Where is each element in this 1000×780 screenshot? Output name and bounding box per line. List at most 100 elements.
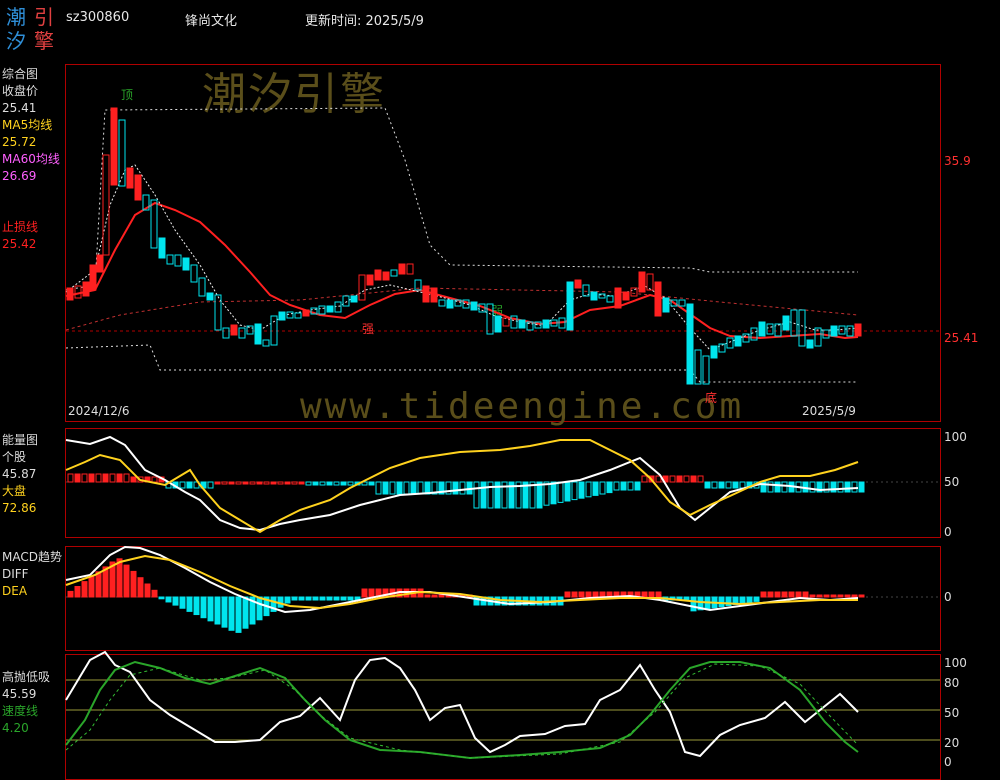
energy-bar (837, 481, 844, 493)
price-candle (262, 339, 270, 347)
energy-bar (557, 481, 564, 503)
macd-bar (235, 596, 242, 633)
price-candle (366, 274, 374, 286)
energy-bar (207, 481, 214, 489)
macd-bar (599, 591, 606, 598)
macd-bar (298, 596, 305, 601)
energy-bar (592, 481, 599, 496)
energy-bar (781, 481, 788, 493)
energy-bar (221, 481, 228, 485)
macd-bar (319, 596, 326, 601)
price-candle (118, 119, 126, 187)
price-candle (96, 254, 104, 273)
macd-bar (256, 596, 263, 621)
energy-bar (249, 481, 256, 485)
price-candle (166, 254, 174, 265)
macd-bar (858, 594, 865, 598)
energy-bar (536, 481, 543, 509)
macd-bar (851, 594, 858, 598)
energy-bar (697, 475, 704, 483)
macd-bar (95, 571, 102, 598)
energy-bar (851, 481, 858, 493)
energy-bar (669, 475, 676, 483)
macd-bar (130, 570, 137, 598)
macd-bar (788, 591, 795, 598)
price-candle (318, 305, 326, 315)
price-candle (838, 325, 846, 335)
energy-bar (480, 481, 487, 509)
energy-bar (676, 475, 683, 483)
macd-bar (718, 596, 725, 608)
price-candle (82, 281, 90, 297)
energy-bar (291, 481, 298, 485)
lower-envelope (65, 344, 858, 383)
price-candle (238, 327, 246, 339)
energy-bar (130, 476, 137, 483)
macd-bar (361, 588, 368, 598)
energy-bar (683, 475, 690, 483)
energy-bar (473, 481, 480, 509)
price-candle (110, 107, 118, 186)
macd-bar (326, 596, 333, 601)
macd-bar (333, 596, 340, 601)
macd-bar (837, 594, 844, 598)
price-candle (726, 337, 734, 349)
price-candle (662, 297, 670, 313)
energy-bar (102, 473, 109, 483)
macd-bar (592, 591, 599, 598)
energy-bar (571, 481, 578, 501)
macd-bar (739, 596, 746, 604)
energy-bar (319, 481, 326, 486)
energy-bar (732, 481, 739, 489)
price-candle (686, 303, 694, 385)
price-candle (382, 271, 390, 281)
energy-bar (340, 481, 347, 486)
energy-bar (606, 481, 613, 494)
price-candle (566, 281, 574, 331)
macd-bar (795, 591, 802, 598)
energy-bar (599, 481, 606, 495)
energy-bar (375, 481, 382, 495)
energy-bar (578, 481, 585, 499)
energy-bar (228, 481, 235, 485)
price-candle (182, 257, 190, 271)
macd-bar (774, 591, 781, 598)
macd-bar (186, 596, 193, 612)
price-candle (470, 301, 478, 311)
energy-bar (214, 481, 221, 485)
energy-bar (186, 481, 193, 489)
price-candle (158, 237, 166, 259)
price-candle (438, 299, 446, 307)
energy-bar (564, 481, 571, 502)
energy-bar (81, 473, 88, 483)
macd-bar (81, 581, 88, 598)
macd-bar (242, 596, 249, 629)
macd-bar (74, 586, 81, 598)
macd-bar (172, 596, 179, 606)
energy-bar (858, 481, 865, 493)
macd-bar (585, 591, 592, 598)
energy-bar (410, 481, 417, 495)
energy-bar (256, 481, 263, 485)
energy-bar (242, 481, 249, 485)
price-candle (854, 323, 862, 337)
price-candle (398, 263, 406, 275)
energy-bar (585, 481, 592, 498)
macd-bar (193, 596, 200, 616)
price-candle (230, 324, 238, 336)
price-candle (734, 335, 742, 347)
energy-bar (613, 481, 620, 491)
macd-bar (641, 591, 648, 598)
macd-bar (221, 596, 228, 628)
macd-bar (200, 596, 207, 619)
price-candle (430, 287, 438, 303)
macd-bar (137, 577, 144, 598)
price-candle (518, 319, 526, 329)
energy-bar (774, 481, 781, 493)
price-candle (66, 287, 74, 301)
price-candle (406, 263, 414, 275)
macd-bar (816, 594, 823, 598)
energy-bar (263, 481, 270, 485)
energy-bar (277, 481, 284, 485)
energy-bar (739, 481, 746, 489)
